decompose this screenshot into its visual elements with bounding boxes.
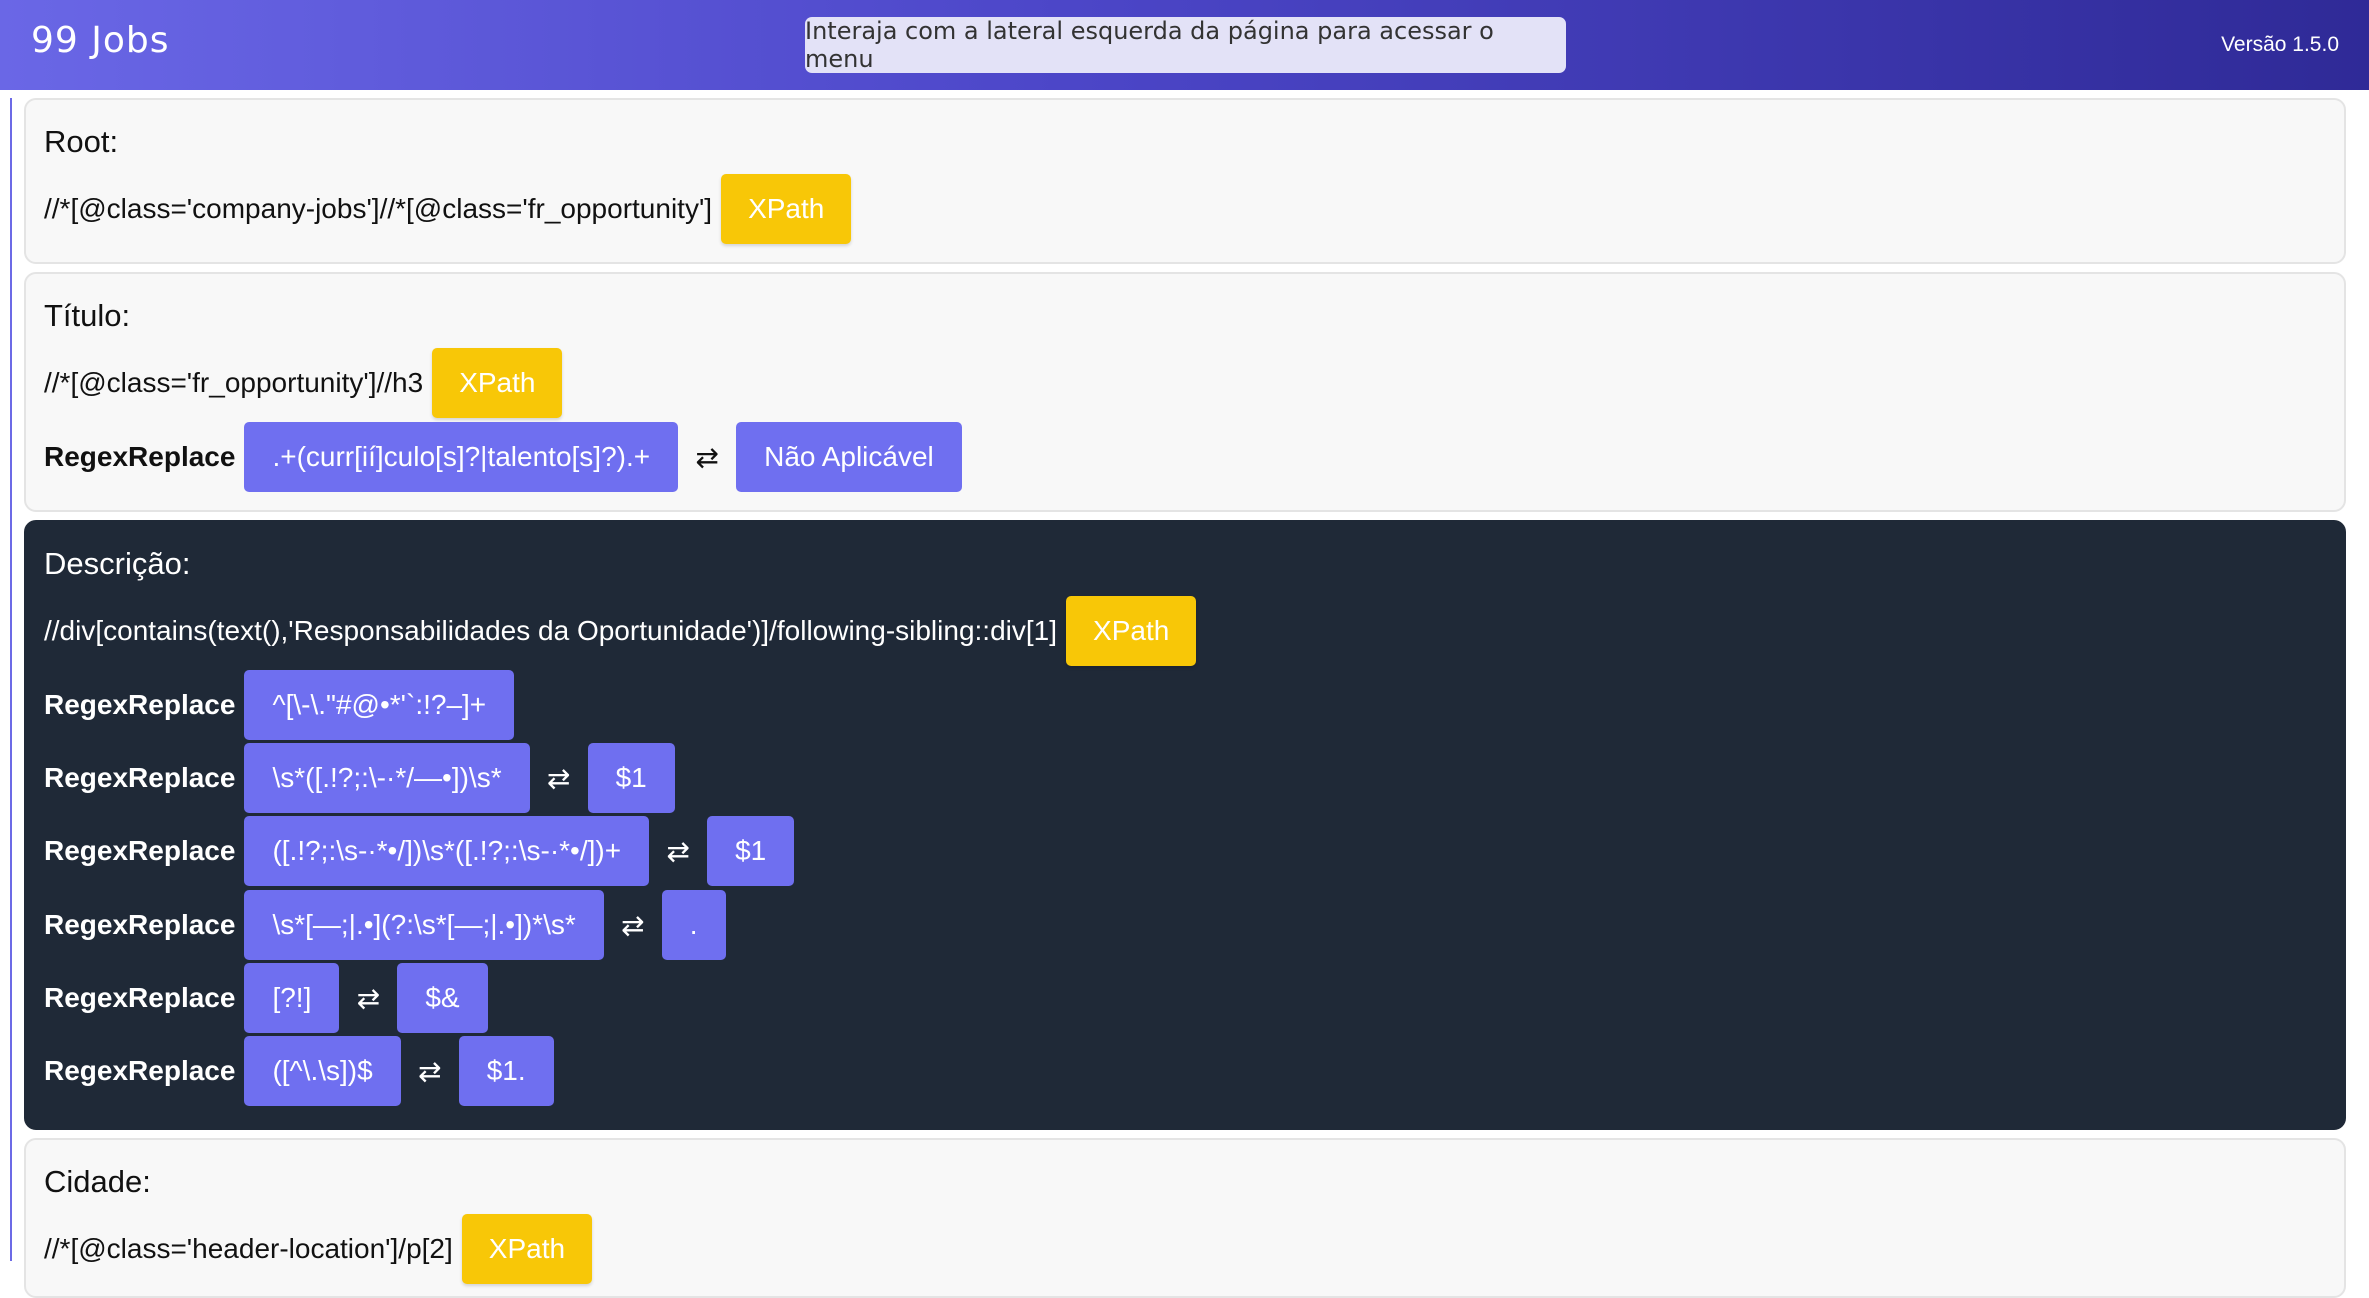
- app-title: 99 Jobs: [31, 20, 170, 61]
- xpath-button[interactable]: XPath: [432, 348, 563, 418]
- xpath-button[interactable]: XPath: [1066, 596, 1197, 666]
- xpath-expression: //*[@class='fr_opportunity']//h3: [44, 367, 424, 398]
- descricao-card: Descrição: //div[contains(text(),'Respon…: [24, 520, 2346, 1130]
- swap-icon: ⇄: [666, 835, 690, 867]
- xpath-button[interactable]: XPath: [461, 1214, 593, 1284]
- regex-label: RegexReplace: [44, 909, 236, 940]
- regex-row: RegexReplace \s*([.!?;:\-·*/—•])\s* ⇄ $1: [44, 743, 675, 813]
- regex-pattern-chip[interactable]: .+(curr[ií]culo[s]?|talento[s]?).+: [244, 422, 679, 492]
- root-card: Root: //*[@class='company-jobs']//*[@cla…: [24, 98, 2346, 264]
- regex-replacement-chip[interactable]: .: [661, 890, 726, 960]
- card-title: Título:: [44, 298, 131, 333]
- regex-replacement-chip[interactable]: $1.: [458, 1036, 554, 1106]
- regex-replacement-chip[interactable]: Não Aplicável: [736, 422, 962, 492]
- regex-row: RegexReplace .+(curr[ií]culo[s]?|talento…: [44, 422, 962, 492]
- xpath-row: //*[@class='header-location']/p[2] XPath: [44, 1214, 593, 1284]
- regex-pattern-chip[interactable]: ([^\.\s])$: [244, 1036, 401, 1106]
- top-bar: 99 Jobs Interaja com a lateral esquerda …: [0, 0, 2369, 90]
- xpath-expression: //div[contains(text(),'Responsabilidades…: [44, 615, 1058, 646]
- titulo-card: Título: //*[@class='fr_opportunity']//h3…: [24, 272, 2346, 512]
- regex-pattern-chip[interactable]: ([.!?;:\s-·*•/])\s*([.!?;:\s-·*•/])+: [244, 816, 650, 886]
- card-title: Cidade:: [44, 1164, 151, 1199]
- regex-row: RegexReplace ([^\.\s])$ ⇄ $1.: [44, 1036, 554, 1106]
- swap-icon: ⇄: [417, 1055, 442, 1087]
- card-title: Root:: [44, 124, 119, 159]
- xpath-row: //*[@class='company-jobs']//*[@class='fr…: [44, 174, 852, 244]
- regex-label: RegexReplace: [44, 982, 236, 1013]
- version-label: Versão 1.5.0: [2221, 33, 2339, 56]
- swap-icon: ⇄: [695, 441, 719, 473]
- regex-pattern-chip[interactable]: \s*[—;|.•](?:\s*[—;|.•])*\s*: [244, 890, 604, 960]
- swap-icon: ⇄: [621, 909, 645, 941]
- swap-icon: ⇄: [356, 982, 381, 1014]
- regex-replacement-chip[interactable]: $1: [707, 816, 795, 886]
- regex-row: RegexReplace \s*[—;|.•](?:\s*[—;|.•])*\s…: [44, 890, 726, 960]
- regex-label: RegexReplace: [44, 835, 236, 866]
- regex-row: RegexReplace ^[\-\."#@•*'`:!?–]+: [44, 670, 515, 740]
- regex-label: RegexReplace: [44, 689, 236, 720]
- xpath-expression: //*[@class='company-jobs']//*[@class='fr…: [44, 193, 713, 224]
- regex-pattern-chip[interactable]: \s*([.!?;:\-·*/—•])\s*: [244, 743, 530, 813]
- cidade-card: Cidade: //*[@class='header-location']/p[…: [24, 1138, 2346, 1298]
- regex-pattern-chip[interactable]: [?!]: [244, 963, 340, 1033]
- swap-icon: ⇄: [546, 762, 571, 794]
- regex-pattern-chip[interactable]: ^[\-\."#@•*'`:!?–]+: [244, 670, 515, 740]
- sidebar-edge[interactable]: [0, 98, 12, 1261]
- card-title: Descrição:: [44, 546, 191, 581]
- xpath-button[interactable]: XPath: [721, 174, 852, 244]
- regex-label: RegexReplace: [44, 1055, 236, 1086]
- regex-replacement-chip[interactable]: $&: [397, 963, 488, 1033]
- regex-row: RegexReplace [?!] ⇄ $&: [44, 963, 488, 1033]
- regex-label: RegexReplace: [44, 762, 236, 793]
- regex-label: RegexReplace: [44, 441, 236, 472]
- regex-replacement-chip[interactable]: $1: [587, 743, 675, 813]
- xpath-row: //div[contains(text(),'Responsabilidades…: [44, 596, 1197, 666]
- xpath-expression: //*[@class='header-location']/p[2]: [44, 1233, 453, 1264]
- xpath-row: //*[@class='fr_opportunity']//h3 XPath: [44, 348, 563, 418]
- regex-row: RegexReplace ([.!?;:\s-·*•/])\s*([.!?;:\…: [44, 816, 795, 886]
- menu-hint-banner: Interaja com a lateral esquerda da págin…: [805, 17, 1566, 73]
